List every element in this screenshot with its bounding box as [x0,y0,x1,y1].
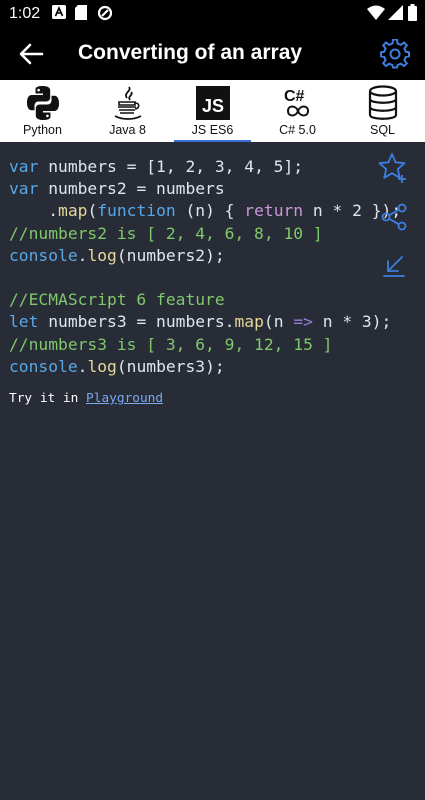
try-it-line: Try it in Playground [9,391,163,406]
tab-java[interactable]: Java 8 [85,80,170,142]
tab-sql[interactable]: SQL [340,80,425,142]
csharp-icon: C# [284,88,310,117]
tab-label: Python [23,123,62,137]
tab-python[interactable]: Python [0,80,85,142]
code-token: numbers3 = numbers. [38,312,235,332]
code-token: function [97,201,176,221]
data-saver-icon [97,5,113,21]
status-bar: 1:02 [0,0,425,28]
code-token: . [77,356,88,376]
tab-js[interactable]: JS JS ES6 [170,80,255,142]
code-token: (numbers2); [116,245,225,265]
share-icon[interactable] [378,201,410,233]
battery-icon [408,4,417,21]
code-token: numbers = [1, 2, 3, 4, 5]; [38,157,304,176]
signal-icon [388,5,403,20]
java-icon [114,86,142,120]
page-title: Converting of an array [78,41,303,64]
code-comment: //ECMAScript 6 feature [9,290,225,310]
svg-text:C#: C# [284,88,305,105]
tab-label: Java 8 [109,123,146,137]
language-tabs: Python Java 8 JS JS ES6 C# C# 5.0 SQL [0,80,425,142]
code-token: (numbers3); [116,356,225,376]
code-token: map [58,201,88,221]
code-token: (n) { [175,201,245,221]
tab-csharp[interactable]: C# C# 5.0 [255,80,340,142]
code-token: var [9,157,39,176]
code-token: return [244,201,304,221]
playground-link[interactable]: Playground [86,391,163,406]
notification-a-icon [52,5,66,19]
code-token: console [9,356,78,376]
code-token: (n [263,312,294,332]
code-token: . [9,201,59,221]
code-token: numbers2 = numbers [38,179,225,199]
code-comment: //numbers2 is [ 2, 4, 6, 8, 10 ] [9,223,323,243]
code-token: var [9,179,39,199]
js-icon: JS [196,86,230,120]
code-comment: //numbers3 is [ 3, 6, 9, 12, 15 ] [9,334,333,354]
code-token: n * 3); [312,312,392,332]
star-add-icon[interactable] [378,152,410,184]
tab-label: C# 5.0 [279,123,316,137]
sd-card-icon [75,5,87,20]
code-token: map [234,312,264,332]
back-arrow-icon[interactable] [18,41,44,67]
database-icon [368,85,398,120]
code-token: log [87,356,117,376]
code-token: ( [87,201,98,221]
code-block: var numbers = [1, 2, 3, 4, 5]; var numbe… [9,156,401,378]
tab-label: SQL [369,123,395,137]
code-token: let [9,312,39,332]
svg-text:JS: JS [202,96,224,116]
try-it-text: Try it in [9,391,87,406]
python-icon [27,86,59,120]
tab-label: JS ES6 [191,123,234,137]
code-token: console [9,245,78,265]
app-bar: Converting of an array [0,28,425,80]
code-token: => [293,312,313,332]
code-token: log [87,245,117,265]
status-time: 1:02 [9,5,41,22]
wifi-icon [367,5,385,20]
collapse-icon[interactable] [378,250,410,282]
code-token: . [77,245,88,265]
gear-icon[interactable] [380,39,410,69]
